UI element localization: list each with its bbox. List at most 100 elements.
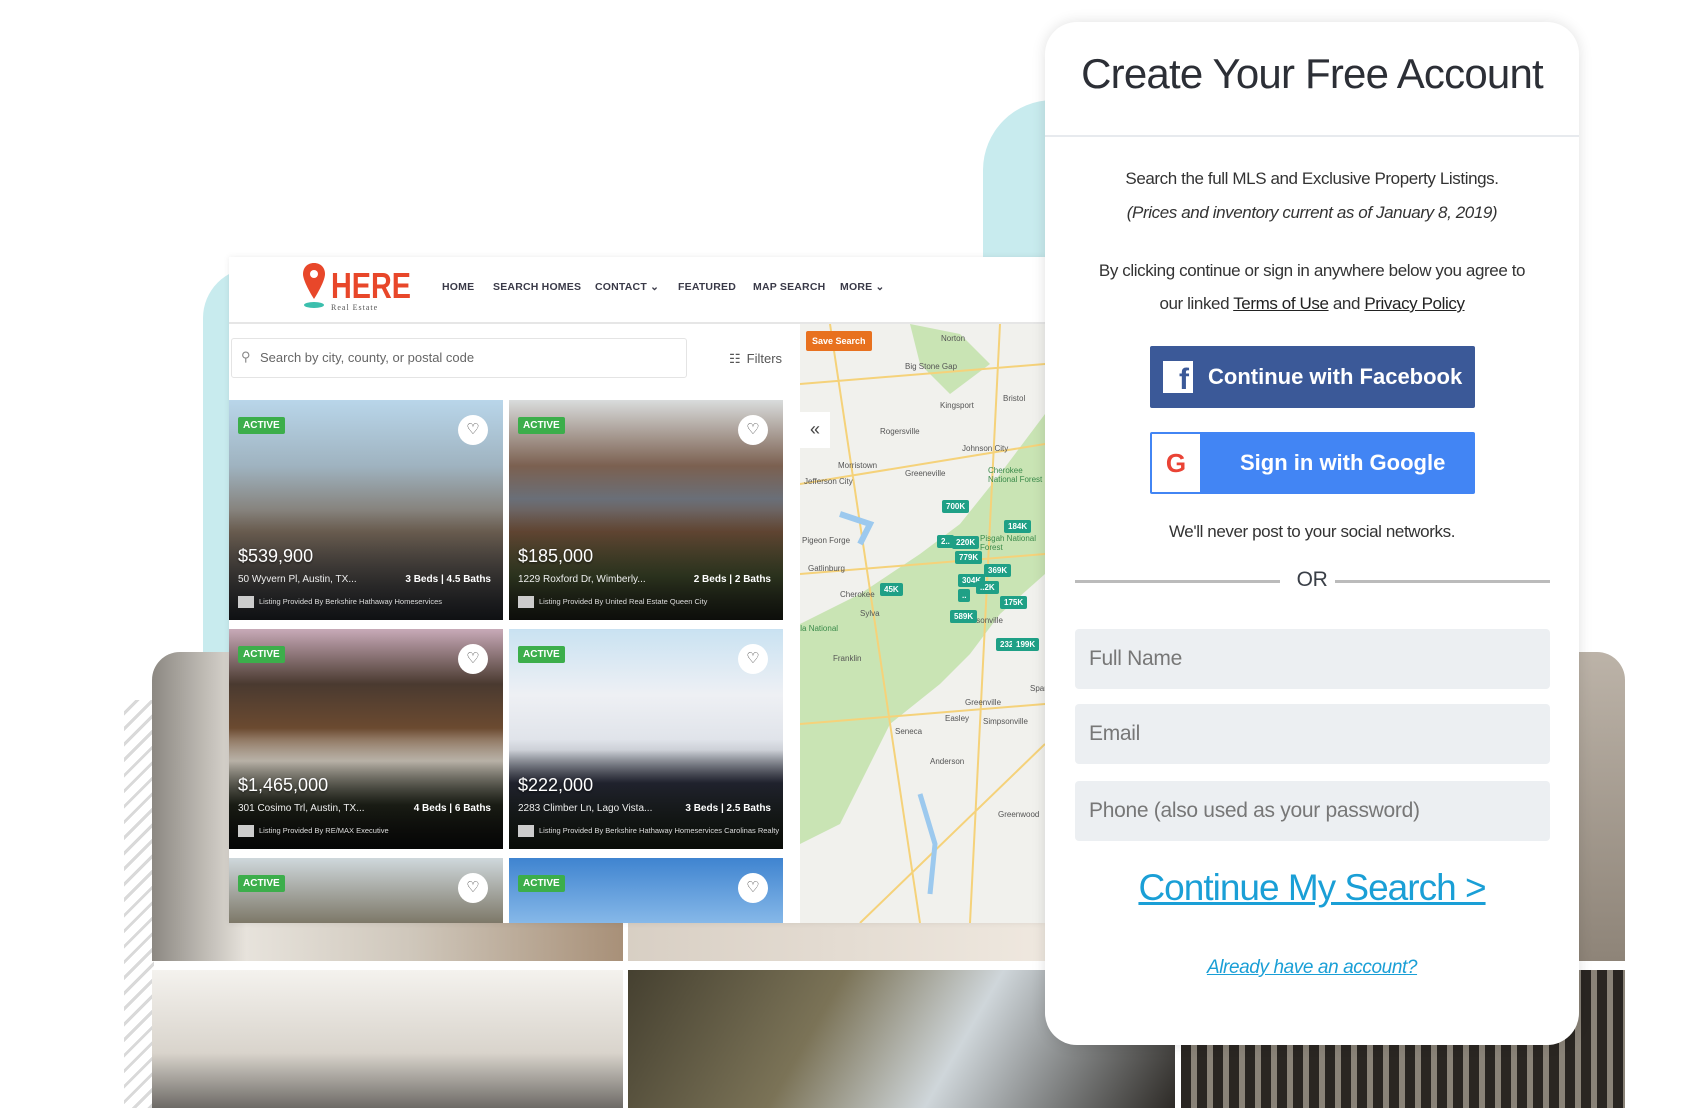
map-price-marker[interactable]: ..2K: [976, 581, 999, 594]
listing-card[interactable]: ACTIVE ♡: [229, 858, 503, 923]
listing-provider: Listing Provided By Berkshire Hathaway H…: [518, 825, 779, 837]
signup-panel: Create Your Free Account Search the full…: [1045, 22, 1579, 1045]
favorite-heart-icon[interactable]: ♡: [738, 644, 768, 674]
google-button[interactable]: G Sign in with Google: [1150, 432, 1475, 494]
map-place-label: Cherokee National Forest: [988, 466, 1043, 484]
status-badge: ACTIVE: [238, 646, 285, 663]
inventory-note: (Prices and inventory current as of Janu…: [1126, 203, 1498, 222]
map-price-marker[interactable]: 589K: [950, 610, 978, 623]
listing-card[interactable]: ACTIVE ♡ $222,000 2283 Climber Ln, Lago …: [509, 629, 783, 849]
listing-card[interactable]: ACTIVE ♡: [509, 858, 783, 923]
agree-links: our linked Terms of Use and Privacy Poli…: [1045, 294, 1579, 314]
listing-address: 2283 Climber Ln, Lago Vista...: [518, 803, 653, 814]
nav-contact[interactable]: CONTACT ⌄: [595, 281, 659, 293]
map-price-marker[interactable]: 369K: [984, 564, 1012, 577]
nav-contact-label: CONTACT: [595, 281, 647, 293]
nav-home[interactable]: HOME: [442, 281, 474, 293]
listing-price: $1,465,000: [238, 775, 329, 795]
favorite-heart-icon[interactable]: ♡: [458, 644, 488, 674]
provider-text: Listing Provided By United Real Estate Q…: [539, 596, 708, 606]
status-badge: ACTIVE: [238, 417, 285, 434]
nav-map-search[interactable]: MAP SEARCH: [753, 281, 825, 293]
status-badge: ACTIVE: [518, 417, 565, 434]
listing-price: $222,000: [518, 775, 594, 795]
nav-search-homes[interactable]: SEARCH HOMES: [493, 281, 581, 293]
listing-address: 50 Wyvern Pl, Austin, TX...: [238, 574, 357, 585]
phone-input[interactable]: Phone (also used as your password): [1075, 781, 1550, 841]
favorite-heart-icon[interactable]: ♡: [738, 873, 768, 903]
filters-button[interactable]: ☷ Filters: [729, 351, 782, 367]
listing-beds-baths: 4 Beds | 6 Baths: [413, 803, 491, 814]
listing-beds-baths: 3 Beds | 4.5 Baths: [405, 574, 491, 585]
map-price-marker[interactable]: 779K: [955, 551, 983, 564]
full-name-input[interactable]: Full Name: [1075, 629, 1550, 689]
email-input[interactable]: Email: [1075, 704, 1550, 764]
already-have-account-link[interactable]: Already have an account?: [1207, 957, 1418, 978]
facebook-button[interactable]: f Continue with Facebook: [1150, 346, 1475, 408]
favorite-heart-icon[interactable]: ♡: [458, 415, 488, 445]
map-place-label: Greenville: [965, 698, 1002, 707]
listing-address: 301 Cosimo Trl, Austin, TX...: [238, 803, 365, 814]
nav-featured[interactable]: FEATURED: [678, 281, 736, 293]
status-badge: ACTIVE: [238, 875, 285, 892]
save-search-button[interactable]: Save Search: [806, 331, 872, 351]
listing-provider: Listing Provided By Berkshire Hathaway H…: [238, 596, 442, 608]
map-place-label: Johnson City: [962, 444, 1009, 453]
property-search-app: HERE Real Estate HOME SEARCH HOMES CONTA…: [229, 257, 1045, 923]
privacy-policy-link[interactable]: Privacy Policy: [1364, 294, 1465, 313]
map-price-marker[interactable]: 175K: [1000, 596, 1028, 609]
listing-price: $539,900: [238, 546, 314, 566]
map-price-marker[interactable]: 199K: [1012, 638, 1040, 651]
map-place-label: Easley: [945, 714, 970, 723]
listing-card[interactable]: ACTIVE ♡ $1,465,000 301 Cosimo Trl, Aust…: [229, 629, 503, 849]
map-place-label: Nantahala National Forest: [800, 624, 839, 633]
broker-logo-icon: [518, 596, 534, 608]
map-place-label: Pisgah National Forest: [980, 534, 1037, 552]
map-place-label: Bristol: [1003, 394, 1026, 403]
map-place-label: Anderson: [930, 757, 965, 766]
map-place-label: Greeneville: [905, 469, 946, 478]
map-price-marker[interactable]: 184K: [1004, 520, 1032, 533]
filters-label: Filters: [746, 351, 783, 366]
collapse-map-chevrons-icon[interactable]: «: [800, 412, 830, 448]
signup-title: Create Your Free Account: [1081, 50, 1544, 97]
or-divider-right: [1335, 580, 1550, 583]
status-badge: ACTIVE: [518, 646, 565, 663]
search-input[interactable]: ⚲ Search by city, county, or postal code: [231, 338, 687, 378]
provider-text: Listing Provided By Berkshire Hathaway H…: [259, 596, 442, 606]
provider-text: Listing Provided By Berkshire Hathaway H…: [539, 825, 780, 835]
interior-photo: [1579, 652, 1625, 961]
facebook-button-label: Continue with Facebook: [1208, 364, 1463, 389]
site-header: HERE Real Estate HOME SEARCH HOMES CONTA…: [229, 257, 1045, 324]
map-place-label: Franklin: [833, 654, 862, 663]
map-place-label: Spartanburg: [1030, 684, 1045, 693]
map-place-label: Kingsport: [940, 401, 974, 410]
listing-card[interactable]: ACTIVE ♡ $185,000 1229 Roxford Dr, Wimbe…: [509, 400, 783, 620]
logo-tagline: Real Estate: [331, 303, 379, 312]
listing-provider: Listing Provided By United Real Estate Q…: [518, 596, 707, 608]
google-button-label: Sign in with Google: [1240, 450, 1446, 475]
map-place-label: Greenwood: [998, 810, 1040, 819]
continue-search-link[interactable]: Continue My Search >: [1138, 867, 1486, 908]
terms-of-use-link[interactable]: Terms of Use: [1233, 294, 1329, 313]
map-view[interactable]: Save Search « Norton Big Stone Gap Kings…: [800, 324, 1045, 923]
listing-beds-baths: 3 Beds | 2.5 Baths: [685, 803, 771, 814]
map-price-marker[interactable]: 220K: [952, 536, 980, 549]
map-price-marker[interactable]: 700K: [942, 500, 970, 513]
map-place-label: Seneca: [895, 727, 923, 736]
map-place-label: Simpsonville: [983, 717, 1028, 726]
listing-beds-baths: 2 Beds | 2 Baths: [693, 574, 771, 585]
map-place-label: Jefferson City: [804, 477, 853, 486]
map-price-marker[interactable]: 45K: [880, 583, 903, 596]
agree-text: By clicking continue or sign in anywhere…: [1098, 261, 1526, 280]
chevron-down-icon: ⌄: [875, 281, 885, 293]
favorite-heart-icon[interactable]: ♡: [458, 873, 488, 903]
nav-more[interactable]: MORE ⌄: [840, 281, 884, 293]
favorite-heart-icon[interactable]: ♡: [738, 415, 768, 445]
search-icon: ⚲: [241, 349, 251, 364]
map-place-label: Rogersville: [880, 427, 920, 436]
map-price-marker[interactable]: ..: [958, 589, 971, 602]
logo[interactable]: HERE: [331, 265, 411, 307]
chevron-down-icon: ⌄: [650, 281, 660, 293]
listing-card[interactable]: ACTIVE ♡ $539,900 50 Wyvern Pl, Austin, …: [229, 400, 503, 620]
